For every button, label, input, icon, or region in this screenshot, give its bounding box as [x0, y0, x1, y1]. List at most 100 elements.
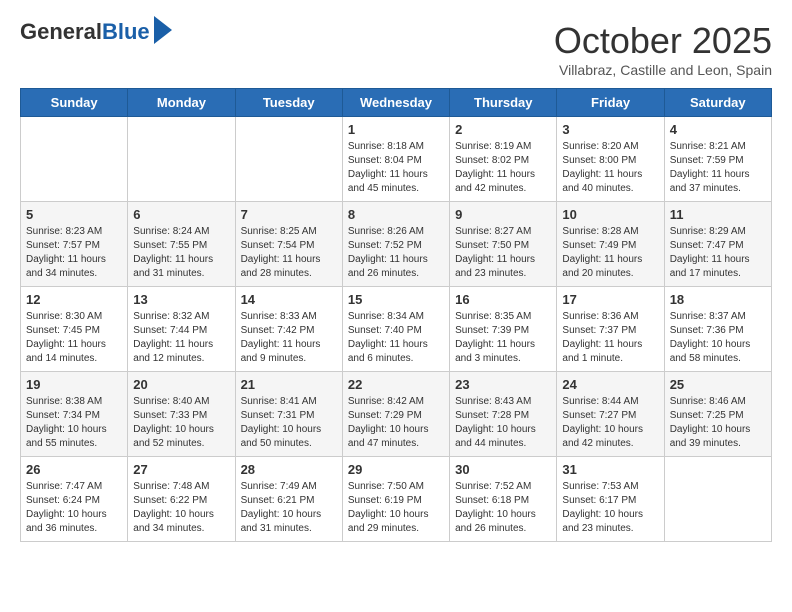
cell-info: Sunrise: 7:50 AMSunset: 6:19 PMDaylight:…: [348, 480, 444, 536]
day-number: 7: [241, 207, 337, 222]
day-number: 17: [562, 292, 658, 307]
cell-info: Sunrise: 8:44 AMSunset: 7:27 PMDaylight:…: [562, 395, 658, 451]
calendar-cell: 2 Sunrise: 8:19 AMSunset: 8:02 PMDaylight…: [450, 117, 557, 202]
day-number: 19: [26, 377, 122, 392]
day-number: 10: [562, 207, 658, 222]
calendar-cell: 18 Sunrise: 8:37 AMSunset: 7:36 PMDayligh…: [664, 287, 771, 372]
calendar-cell: 27Sunrise: 7:48 AMSunset: 6:22 PMDayligh…: [128, 457, 235, 542]
week-row-2: 5 Sunrise: 8:23 AMSunset: 7:57 PMDaylight…: [21, 202, 772, 287]
header-cell-thursday: Thursday: [450, 89, 557, 117]
day-number: 16: [455, 292, 551, 307]
calendar-cell: 14Sunrise: 8:33 AMSunset: 7:42 PMDayligh…: [235, 287, 342, 372]
cell-info: Sunrise: 8:28 AMSunset: 7:49 PMDaylight:…: [562, 225, 658, 281]
cell-info: Sunrise: 8:37 AMSunset: 7:36 PMDaylight:…: [670, 310, 766, 366]
week-row-4: 19 Sunrise: 8:38 AMSunset: 7:34 PMDayligh…: [21, 372, 772, 457]
header-cell-monday: Monday: [128, 89, 235, 117]
calendar-cell: 23Sunrise: 8:43 AMSunset: 7:28 PMDayligh…: [450, 372, 557, 457]
calendar-cell: [128, 117, 235, 202]
cell-info: Sunrise: 7:47 AMSunset: 6:24 PMDaylight:…: [26, 480, 122, 536]
cell-info: Sunrise: 8:27 AMSunset: 7:50 PMDaylight:…: [455, 225, 551, 281]
calendar-table: SundayMondayTuesdayWednesdayThursdayFrid…: [20, 88, 772, 542]
day-number: 22: [348, 377, 444, 392]
calendar-cell: 6 Sunrise: 8:24 AMSunset: 7:55 PMDaylight…: [128, 202, 235, 287]
calendar-cell: 19 Sunrise: 8:38 AMSunset: 7:34 PMDayligh…: [21, 372, 128, 457]
day-number: 31: [562, 462, 658, 477]
calendar-cell: 9 Sunrise: 8:27 AMSunset: 7:50 PMDaylight…: [450, 202, 557, 287]
day-number: 28: [241, 462, 337, 477]
calendar-cell: 12 Sunrise: 8:30 AMSunset: 7:45 PMDayligh…: [21, 287, 128, 372]
cell-info: Sunrise: 8:26 AMSunset: 7:52 PMDaylight:…: [348, 225, 444, 281]
cell-info: Sunrise: 8:32 AMSunset: 7:44 PMDaylight:…: [133, 310, 229, 366]
cell-info: Sunrise: 8:18 AMSunset: 8:04 PMDaylight:…: [348, 140, 444, 196]
header-cell-wednesday: Wednesday: [342, 89, 449, 117]
day-number: 18: [670, 292, 766, 307]
day-number: 5: [26, 207, 122, 222]
cell-info: Sunrise: 8:38 AMSunset: 7:34 PMDaylight:…: [26, 395, 122, 451]
week-row-5: 26 Sunrise: 7:47 AMSunset: 6:24 PMDayligh…: [21, 457, 772, 542]
day-number: 25: [670, 377, 766, 392]
calendar-cell: 8 Sunrise: 8:26 AMSunset: 7:52 PMDaylight…: [342, 202, 449, 287]
day-number: 6: [133, 207, 229, 222]
month-title: October 2025: [554, 20, 772, 62]
day-number: 23: [455, 377, 551, 392]
day-number: 26: [26, 462, 122, 477]
cell-info: Sunrise: 8:23 AMSunset: 7:57 PMDaylight:…: [26, 225, 122, 281]
cell-info: Sunrise: 7:52 AMSunset: 6:18 PMDaylight:…: [455, 480, 551, 536]
day-number: 15: [348, 292, 444, 307]
day-number: 11: [670, 207, 766, 222]
day-number: 14: [241, 292, 337, 307]
calendar-cell: [235, 117, 342, 202]
day-number: 20: [133, 377, 229, 392]
cell-info: Sunrise: 8:40 AMSunset: 7:33 PMDaylight:…: [133, 395, 229, 451]
day-number: 13: [133, 292, 229, 307]
day-number: 1: [348, 122, 444, 137]
day-number: 21: [241, 377, 337, 392]
day-number: 4: [670, 122, 766, 137]
calendar-cell: 21 Sunrise: 8:41 AMSunset: 7:31 PMDayligh…: [235, 372, 342, 457]
calendar-cell: 15Sunrise: 8:34 AMSunset: 7:40 PMDayligh…: [342, 287, 449, 372]
calendar-cell: 24 Sunrise: 8:44 AMSunset: 7:27 PMDayligh…: [557, 372, 664, 457]
cell-info: Sunrise: 8:24 AMSunset: 7:55 PMDaylight:…: [133, 225, 229, 281]
day-number: 12: [26, 292, 122, 307]
calendar-cell: [21, 117, 128, 202]
cell-info: Sunrise: 8:25 AMSunset: 7:54 PMDaylight:…: [241, 225, 337, 281]
day-number: 29: [348, 462, 444, 477]
calendar-cell: 13 Sunrise: 8:32 AMSunset: 7:44 PMDayligh…: [128, 287, 235, 372]
calendar-cell: 26 Sunrise: 7:47 AMSunset: 6:24 PMDayligh…: [21, 457, 128, 542]
cell-info: Sunrise: 8:21 AMSunset: 7:59 PMDaylight:…: [670, 140, 766, 196]
calendar-cell: 25 Sunrise: 8:46 AMSunset: 7:25 PMDayligh…: [664, 372, 771, 457]
header-cell-friday: Friday: [557, 89, 664, 117]
calendar-cell: 29 Sunrise: 7:50 AMSunset: 6:19 PMDayligh…: [342, 457, 449, 542]
calendar-cell: 31 Sunrise: 7:53 AMSunset: 6:17 PMDayligh…: [557, 457, 664, 542]
week-row-1: 1 Sunrise: 8:18 AMSunset: 8:04 PMDaylight…: [21, 117, 772, 202]
cell-info: Sunrise: 8:35 AMSunset: 7:39 PMDaylight:…: [455, 310, 551, 366]
day-number: 24: [562, 377, 658, 392]
calendar-cell: 16 Sunrise: 8:35 AMSunset: 7:39 PMDayligh…: [450, 287, 557, 372]
day-number: 27: [133, 462, 229, 477]
cell-info: Sunrise: 7:53 AMSunset: 6:17 PMDaylight:…: [562, 480, 658, 536]
day-number: 8: [348, 207, 444, 222]
header-cell-sunday: Sunday: [21, 89, 128, 117]
title-block: October 2025 Villabraz, Castille and Leo…: [554, 20, 772, 78]
logo-general: General: [20, 19, 102, 44]
cell-info: Sunrise: 8:19 AMSunset: 8:02 PMDaylight:…: [455, 140, 551, 196]
day-number: 2: [455, 122, 551, 137]
header-row: SundayMondayTuesdayWednesdayThursdayFrid…: [21, 89, 772, 117]
header-cell-tuesday: Tuesday: [235, 89, 342, 117]
day-number: 9: [455, 207, 551, 222]
calendar-cell: 20 Sunrise: 8:40 AMSunset: 7:33 PMDayligh…: [128, 372, 235, 457]
logo: GeneralBlue: [20, 20, 172, 44]
day-number: 3: [562, 122, 658, 137]
cell-info: Sunrise: 8:46 AMSunset: 7:25 PMDaylight:…: [670, 395, 766, 451]
calendar-cell: 28Sunrise: 7:49 AMSunset: 6:21 PMDayligh…: [235, 457, 342, 542]
location-subtitle: Villabraz, Castille and Leon, Spain: [554, 62, 772, 78]
calendar-cell: 3Sunrise: 8:20 AMSunset: 8:00 PMDaylight…: [557, 117, 664, 202]
calendar-cell: 1 Sunrise: 8:18 AMSunset: 8:04 PMDaylight…: [342, 117, 449, 202]
calendar-cell: 5 Sunrise: 8:23 AMSunset: 7:57 PMDaylight…: [21, 202, 128, 287]
calendar-cell: [664, 457, 771, 542]
cell-info: Sunrise: 8:41 AMSunset: 7:31 PMDaylight:…: [241, 395, 337, 451]
calendar-cell: 22Sunrise: 8:42 AMSunset: 7:29 PMDayligh…: [342, 372, 449, 457]
logo-blue: Blue: [102, 19, 150, 44]
cell-info: Sunrise: 8:30 AMSunset: 7:45 PMDaylight:…: [26, 310, 122, 366]
calendar-cell: 4 Sunrise: 8:21 AMSunset: 7:59 PMDaylight…: [664, 117, 771, 202]
